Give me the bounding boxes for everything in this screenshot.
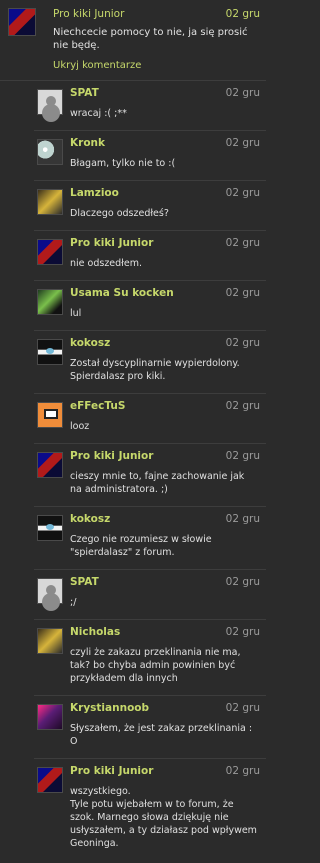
comment-item: Nicholas 02 gru czyli że zakazu przeklin…: [34, 620, 266, 696]
comment-author[interactable]: SPAT: [70, 576, 99, 588]
krystiannoob-avatar-icon[interactable]: [37, 704, 63, 730]
comment-date: 02 gru: [225, 626, 260, 638]
pro-kiki-junior-avatar-icon[interactable]: [8, 8, 36, 36]
comment-item: Usama Su kocken 02 gru lul: [34, 281, 266, 331]
comment-item: Lamzioo 02 gru Dlaczego odszedłeś?: [34, 181, 266, 231]
comment-item: Pro kiki Junior 02 gru cieszy mnie to, f…: [34, 444, 266, 507]
comment-item: kokosz 02 gru Został dyscyplinarnie wypi…: [34, 331, 266, 394]
comment-author[interactable]: Pro kiki Junior: [70, 765, 153, 777]
comment-text: wszystkiego. Tyle potu wjebałem w to for…: [70, 786, 257, 849]
comment-item: Pro kiki Junior 02 gru wszystkiego. Tyle…: [34, 759, 266, 863]
default-avatar-icon[interactable]: [37, 89, 63, 115]
comment-item: Kronk 02 gru Błagam, tylko nie to :(: [34, 131, 266, 181]
comment-text: ;/: [70, 597, 77, 608]
comment-text: Niechcecie pomocy to nie, ja się prosić …: [53, 27, 248, 51]
comment-item: kokosz 02 gru Czego nie rozumiesz w słow…: [34, 507, 266, 570]
comment-item: SPAT 02 gru ;/: [34, 570, 266, 620]
comment-item: eFFecTuS 02 gru looz: [34, 394, 266, 444]
kokosz-avatar-icon[interactable]: [37, 339, 63, 365]
top-comment: Pro kiki Junior 02 gru Niechcecie pomocy…: [0, 0, 266, 81]
comment-text: Błagam, tylko nie to :(: [70, 158, 176, 169]
comment-text: Dlaczego odszedłeś?: [70, 208, 169, 219]
effectus-avatar-icon[interactable]: [37, 402, 63, 428]
comment-date: 02 gru: [225, 450, 260, 462]
comment-author[interactable]: Pro kiki Junior: [70, 450, 153, 462]
comment-text: cieszy mnie to, fajne zachowanie jak na …: [70, 471, 245, 495]
comment-date: 02 gru: [225, 513, 260, 525]
comment-text: Słyszałem, że jest zakaz przeklinania : …: [70, 723, 253, 747]
comment-date: 02 gru: [225, 137, 260, 149]
kokosz-avatar-icon[interactable]: [37, 515, 63, 541]
comment-date: 02 gru: [225, 87, 260, 99]
usama-avatar-icon[interactable]: [37, 289, 63, 315]
pro-kiki-junior-avatar-icon[interactable]: [37, 767, 63, 793]
comment-text: czyli że zakazu przeklinania nie ma, tak…: [70, 647, 241, 684]
comment-author[interactable]: kokosz: [70, 513, 110, 525]
comment-date: 02 gru: [225, 287, 260, 299]
comment-list: SPAT 02 gru wracaj :( ;** Kronk 02 gru B…: [34, 81, 266, 863]
comment-date: 02 gru: [225, 8, 260, 20]
comment-author[interactable]: SPAT: [70, 87, 99, 99]
comment-item: Krystiannoob 02 gru Słyszałem, że jest z…: [34, 696, 266, 759]
comment-text: wracaj :( ;**: [70, 108, 127, 119]
comment-date: 02 gru: [225, 237, 260, 249]
kronk-avatar-icon[interactable]: [37, 139, 63, 165]
comment-date: 02 gru: [225, 187, 260, 199]
default-avatar-icon[interactable]: [37, 578, 63, 604]
comment-item: SPAT 02 gru wracaj :( ;**: [34, 81, 266, 131]
comment-author[interactable]: Usama Su kocken: [70, 287, 174, 299]
comment-author[interactable]: Kronk: [70, 137, 105, 149]
comment-text: Czego nie rozumiesz w słowie "spierdalas…: [70, 534, 212, 558]
comment-author[interactable]: eFFecTuS: [70, 400, 125, 412]
comment-text: Został dyscyplinarnie wypierdolony. Spie…: [70, 358, 240, 382]
comment-author[interactable]: Pro kiki Junior: [70, 237, 153, 249]
comment-author[interactable]: Lamzioo: [70, 187, 119, 199]
lamzioo-avatar-icon[interactable]: [37, 189, 63, 215]
comment-author[interactable]: Pro kiki Junior: [53, 8, 124, 20]
comment-item: Pro kiki Junior 02 gru nie odszedłem.: [34, 231, 266, 281]
comment-author[interactable]: Nicholas: [70, 626, 120, 638]
hide-comments-link[interactable]: Ukryj komentarze: [53, 60, 141, 71]
pro-kiki-junior-avatar-icon[interactable]: [37, 239, 63, 265]
comment-author[interactable]: Krystiannoob: [70, 702, 149, 714]
comment-text: looz: [70, 421, 90, 432]
comment-text: nie odszedłem.: [70, 258, 142, 269]
comments-panel: Pro kiki Junior 02 gru Niechcecie pomocy…: [0, 0, 266, 858]
comment-date: 02 gru: [225, 400, 260, 412]
comment-date: 02 gru: [225, 702, 260, 714]
nicholas-avatar-icon[interactable]: [37, 628, 63, 654]
comment-date: 02 gru: [225, 576, 260, 588]
comment-date: 02 gru: [225, 765, 260, 777]
pro-kiki-junior-avatar-icon[interactable]: [37, 452, 63, 478]
comment-text: lul: [70, 308, 82, 319]
comment-author[interactable]: kokosz: [70, 337, 110, 349]
comment-date: 02 gru: [225, 337, 260, 349]
